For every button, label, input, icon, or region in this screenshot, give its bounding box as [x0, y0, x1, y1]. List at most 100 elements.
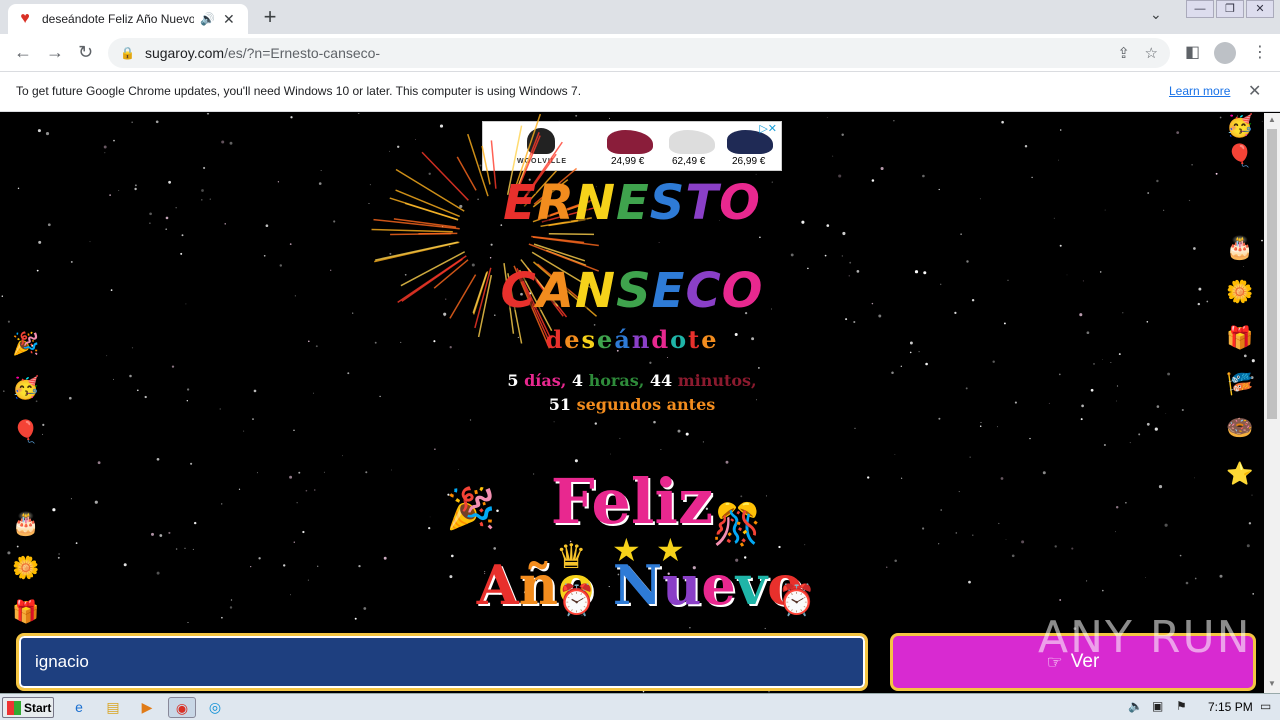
star-dot: [7, 551, 11, 555]
star-dot: [1261, 239, 1263, 242]
menu-icon[interactable]: ⋮: [1252, 42, 1268, 62]
explorer-folder-icon[interactable]: ▤: [102, 697, 124, 718]
title-letter: E: [616, 175, 650, 231]
star-dot: [1103, 443, 1106, 447]
name-input[interactable]: [19, 636, 865, 688]
right-emoji-icon[interactable]: 🥳: [1226, 113, 1253, 139]
star-dot: [221, 616, 223, 619]
star-dot: [969, 456, 971, 458]
title-letter: C: [685, 263, 722, 319]
countdown-minutes-label: minutos,: [677, 371, 757, 390]
title-letter: A: [476, 553, 519, 617]
star-dot: [1194, 577, 1197, 580]
media-player-icon[interactable]: ▶: [136, 697, 158, 718]
star-dot: [1086, 580, 1088, 582]
left-cake-icon[interactable]: 🎂: [12, 511, 39, 537]
ie-icon[interactable]: e: [68, 697, 90, 718]
star-dot: [221, 140, 225, 144]
star-dot: [1071, 547, 1074, 550]
star-dot: [804, 544, 806, 546]
volume-icon[interactable]: 🔈: [1128, 699, 1143, 713]
profile-avatar[interactable]: [1214, 42, 1236, 64]
right-gift-icon[interactable]: 🎁: [1226, 325, 1253, 351]
browser-tab-strip: ♥ deseándote Feliz Año Nuevo 20 🔊 ✕ + ⌄ …: [0, 0, 1280, 34]
right-donut-icon[interactable]: 🍩: [1226, 415, 1253, 441]
star-dot: [790, 253, 794, 257]
close-infobar-icon[interactable]: ✕: [1248, 81, 1261, 101]
ad-close-icon[interactable]: ▷✕: [759, 122, 777, 135]
right-hearts-icon[interactable]: ❤: [1226, 187, 1252, 213]
star-dot: [660, 449, 662, 450]
left-gift-icon[interactable]: 🎁: [12, 599, 39, 625]
reload-icon[interactable]: ↻: [78, 42, 93, 63]
star-dot: [307, 579, 309, 581]
star-dot: [187, 622, 189, 624]
start-button[interactable]: Start: [2, 697, 54, 718]
chrome-taskbar-icon[interactable]: ◉: [168, 697, 196, 718]
left-flowers-icon[interactable]: 🌼: [12, 555, 39, 581]
browser-tab[interactable]: ♥ deseándote Feliz Año Nuevo 20 🔊 ✕: [8, 4, 248, 34]
right-balloons-icon[interactable]: 🎈: [1226, 143, 1253, 169]
left-hearts-icon[interactable]: ❤: [12, 463, 38, 489]
left-emoji-icon[interactable]: 🥳: [12, 375, 39, 401]
star-dot: [1054, 545, 1057, 548]
show-desktop-icon[interactable]: ▭: [1260, 699, 1271, 713]
browser-toolbar: ← → ↻ 🔒 sugaroy.com/es/?n=Ernesto-cansec…: [0, 34, 1280, 72]
star-dot: [156, 571, 160, 575]
firework-ray: [375, 241, 458, 261]
speaker-icon[interactable]: 🔊: [200, 12, 215, 26]
star-dot: [230, 599, 233, 601]
star-dot: [243, 430, 245, 432]
page-scrollbar[interactable]: ▲ ▼: [1264, 113, 1280, 693]
star-dot: [854, 427, 856, 429]
action-center-flag-icon[interactable]: ⚑: [1176, 699, 1187, 713]
title-letter: [594, 553, 613, 617]
lock-icon[interactable]: 🔒: [120, 46, 135, 60]
star-dot: [1252, 593, 1255, 595]
scroll-thumb[interactable]: [1267, 129, 1277, 419]
right-cake-icon[interactable]: 🎂: [1226, 235, 1253, 261]
star-icon: ★: [656, 532, 685, 568]
forward-icon[interactable]: →: [46, 42, 64, 63]
new-tab-button[interactable]: +: [258, 4, 282, 30]
maximize-button[interactable]: ❐: [1216, 0, 1244, 18]
star-dot: [1185, 581, 1189, 585]
star-dot: [252, 418, 254, 420]
star-dot: [938, 417, 941, 420]
edge-icon[interactable]: ◎: [204, 697, 226, 718]
star-icon: ★: [612, 532, 641, 568]
taskbar-clock[interactable]: 7:15 PM: [1208, 700, 1253, 714]
network-icon[interactable]: ▣: [1152, 699, 1163, 713]
side-panel-icon[interactable]: ◧: [1185, 42, 1200, 62]
tab-search-icon[interactable]: ⌄: [1150, 6, 1162, 23]
close-tab-icon[interactable]: ✕: [223, 11, 235, 28]
star-dot: [824, 254, 827, 257]
title-letter: E: [651, 263, 686, 319]
star-dot: [7, 320, 10, 323]
bookmark-star-icon[interactable]: ☆: [1145, 44, 1158, 62]
left-balloons-icon[interactable]: 🎈: [12, 419, 39, 445]
back-icon[interactable]: ←: [14, 42, 32, 63]
star-dot: [893, 120, 895, 122]
scroll-up-icon[interactable]: ▲: [1268, 115, 1276, 124]
title-letter: N: [574, 263, 617, 319]
title-letter: d: [651, 325, 671, 354]
left-party-popper-icon[interactable]: 🎉: [12, 331, 39, 357]
star-dot: [1001, 120, 1004, 124]
star-dot: [1011, 554, 1015, 558]
right-flowers-icon[interactable]: 🌼: [1226, 279, 1253, 305]
minimize-button[interactable]: —: [1186, 0, 1214, 18]
address-bar[interactable]: 🔒 sugaroy.com/es/?n=Ernesto-canseco- ⇪ ☆: [108, 38, 1170, 68]
star-dot: [358, 564, 361, 568]
url-text: sugaroy.com/es/?n=Ernesto-canseco-: [145, 45, 380, 61]
right-bunting-icon[interactable]: 🎏: [1226, 371, 1253, 397]
close-window-button[interactable]: ✕: [1246, 0, 1274, 18]
share-icon[interactable]: ⇪: [1117, 44, 1130, 62]
slipper-product-2[interactable]: [669, 130, 715, 154]
star-dot: [263, 254, 266, 257]
scroll-down-icon[interactable]: ▼: [1268, 679, 1276, 688]
star-dot: [1251, 359, 1255, 363]
learn-more-link[interactable]: Learn more: [1169, 84, 1230, 98]
right-star-icon[interactable]: ⭐: [1226, 461, 1253, 487]
countdown-seconds-label: segundos antes: [576, 395, 716, 414]
